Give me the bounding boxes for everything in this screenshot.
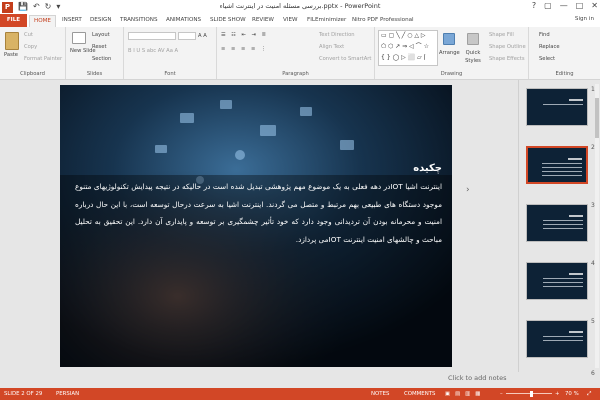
slide-body-text: اینترنت اشیا IOTدر دهه فعلی به یک موضوع … <box>75 182 442 244</box>
ribbon-tabs: FILE HOME INSERT DESIGN TRANSITIONS ANIM… <box>0 14 600 27</box>
view-buttons-icons[interactable]: ▣▤▥▦ <box>445 388 485 400</box>
format-painter-button[interactable]: Format Painter <box>24 55 62 63</box>
reset-button[interactable]: Reset <box>92 43 107 51</box>
tab-home[interactable]: HOME <box>29 15 56 27</box>
font-name-field[interactable] <box>128 32 176 40</box>
zoom-in-icon[interactable]: + <box>555 388 560 400</box>
powerpoint-window: P 💾 ↶ ↻ ▾ بررسی مسئله امنیت در اینترنت ا… <box>0 0 600 400</box>
clipboard-group: Paste Cut Copy Format Painter Clipboard <box>0 27 66 79</box>
select-button[interactable]: Select <box>539 55 555 63</box>
language-indicator[interactable]: PERSIAN <box>56 388 79 400</box>
paragraph-group: ☰ ☷ ⇤ ⇥ ≣ ≡ ≡ ≡ ≡ ⋮ Text Direction Align… <box>217 27 375 79</box>
minimize-button[interactable]: — <box>560 0 568 12</box>
slide-thumbnail-4[interactable] <box>526 262 588 300</box>
paragraph-label: Paragraph <box>282 71 309 77</box>
zoom-slider[interactable] <box>506 393 552 394</box>
paste-button[interactable]: Paste <box>4 51 18 59</box>
shape-fill-button[interactable]: Shape Fill <box>489 31 514 39</box>
zoom-out-icon[interactable]: – <box>500 388 503 400</box>
fit-slide-icon[interactable]: ⤢ <box>587 388 591 400</box>
window-title: بررسی مسئله امنیت در اینترنت اشیاء.pptx … <box>219 2 381 10</box>
help-button[interactable]: ? <box>532 0 536 12</box>
title-bar: P 💾 ↶ ↻ ▾ بررسی مسئله امنیت در اینترنت ا… <box>0 0 600 14</box>
font-format-buttons[interactable]: B I U S abc AV Aa A <box>128 47 178 55</box>
tab-nitro-pdf[interactable]: Nitro PDF Professional <box>352 16 414 25</box>
ribbon-display-button[interactable]: ▢ <box>544 0 552 12</box>
slide-counter: SLIDE 2 OF 29 <box>4 391 43 397</box>
slide-text-box[interactable]: چکیده اینترنت اشیا IOTدر دهه فعلی به یک … <box>75 163 442 248</box>
slides-group: New Slide Layout Reset Section Slides <box>66 27 124 79</box>
find-button[interactable]: Find <box>539 31 550 39</box>
current-slide[interactable]: چکیده اینترنت اشیا IOTدر دهه فعلی به یک … <box>60 85 452 367</box>
slide-thumbnail-2[interactable] <box>526 146 588 184</box>
slide-thumbnail-5[interactable] <box>526 320 588 358</box>
section-button[interactable]: Section <box>92 55 111 63</box>
slide-heading: چکیده <box>413 163 442 174</box>
thumbnail-scrollbar-thumb[interactable] <box>595 98 599 138</box>
align-text-button[interactable]: Align Text <box>319 43 344 51</box>
pane-arrow-icon[interactable]: › <box>466 185 470 195</box>
slide-thumbnail-1[interactable] <box>526 88 588 126</box>
comments-toggle[interactable]: COMMENTS <box>404 388 435 400</box>
slide-editing-pane: چکیده اینترنت اشیا IOTدر دهه فعلی به یک … <box>0 80 518 372</box>
shape-effects-button[interactable]: Shape Effects <box>489 55 525 63</box>
quick-styles-button[interactable]: Quick Styles <box>461 49 485 65</box>
font-grow-shrink-icon[interactable]: A A <box>198 32 207 40</box>
editing-label: Editing <box>555 71 574 77</box>
thumbnail-number: 6 <box>591 370 595 377</box>
notes-placeholder[interactable]: Click to add notes <box>448 374 506 382</box>
new-slide-icon[interactable] <box>72 32 86 44</box>
arrange-button[interactable]: Arrange <box>439 49 460 57</box>
shape-outline-button[interactable]: Shape Outline <box>489 43 526 51</box>
tab-animations[interactable]: ANIMATIONS <box>166 16 201 25</box>
window-controls: ? ▢ — □ ✕ <box>532 0 598 12</box>
font-group: A A B I U S abc AV Aa A Font <box>124 27 217 79</box>
tab-insert[interactable]: INSERT <box>62 16 82 25</box>
quick-styles-icon[interactable] <box>467 33 479 45</box>
tab-fileminimizer[interactable]: FILEminimizer <box>307 16 346 25</box>
slide-thumbnails-pane: 1 2 3 4 5 6 <box>518 80 600 377</box>
paste-icon[interactable] <box>5 32 19 50</box>
text-direction-button[interactable]: Text Direction <box>319 31 355 39</box>
close-button[interactable]: ✕ <box>591 0 598 12</box>
tab-review[interactable]: REVIEW <box>252 16 274 25</box>
font-size-field[interactable] <box>178 32 196 40</box>
sign-in-link[interactable]: Sign in <box>575 16 594 22</box>
tab-view[interactable]: VIEW <box>283 16 298 25</box>
arrange-icon[interactable] <box>443 33 455 45</box>
drawing-label: Drawing <box>440 71 463 77</box>
align-buttons-icons[interactable]: ≡ ≡ ≡ ≡ ⋮ <box>221 45 268 53</box>
layout-button[interactable]: Layout <box>92 31 110 39</box>
replace-button[interactable]: Replace <box>539 43 560 51</box>
tab-file[interactable]: FILE <box>0 14 27 27</box>
slides-label: Slides <box>86 71 103 77</box>
notes-toggle[interactable]: NOTES <box>371 388 389 400</box>
ribbon: Paste Cut Copy Format Painter Clipboard … <box>0 27 600 80</box>
list-buttons-icons[interactable]: ☰ ☷ ⇤ ⇥ ≣ <box>221 31 268 39</box>
tab-design[interactable]: DESIGN <box>90 16 112 25</box>
slide-thumbnail-3[interactable] <box>526 204 588 242</box>
clipboard-label: Clipboard <box>20 71 45 77</box>
editing-group: Find Replace Select Editing <box>529 27 600 79</box>
maximize-button[interactable]: □ <box>576 0 584 12</box>
zoom-slider-handle[interactable] <box>530 391 533 397</box>
copy-button[interactable]: Copy <box>24 43 37 51</box>
drawing-group: ▭ ▢ ╲ ╱ ○ △ ▷ ⬠ ⬡ ↗ ⇒ ◁ ⌒ ☆ { } ◯ ▷ ⬜ ▱ … <box>375 27 529 79</box>
cut-button[interactable]: Cut <box>24 31 33 39</box>
tab-transitions[interactable]: TRANSITIONS <box>120 16 158 25</box>
zoom-level[interactable]: 70 % <box>565 388 579 400</box>
font-label: Font <box>164 71 176 77</box>
convert-smartart-button[interactable]: Convert to SmartArt <box>319 55 371 63</box>
tab-slide-show[interactable]: SLIDE SHOW <box>210 16 246 25</box>
shapes-gallery[interactable]: ▭ ▢ ╲ ╱ ○ △ ▷ ⬠ ⬡ ↗ ⇒ ◁ ⌒ ☆ { } ◯ ▷ ⬜ ▱ … <box>378 30 438 66</box>
status-bar: SLIDE 2 OF 29 PERSIAN NOTES COMMENTS ▣▤▥… <box>0 388 600 400</box>
